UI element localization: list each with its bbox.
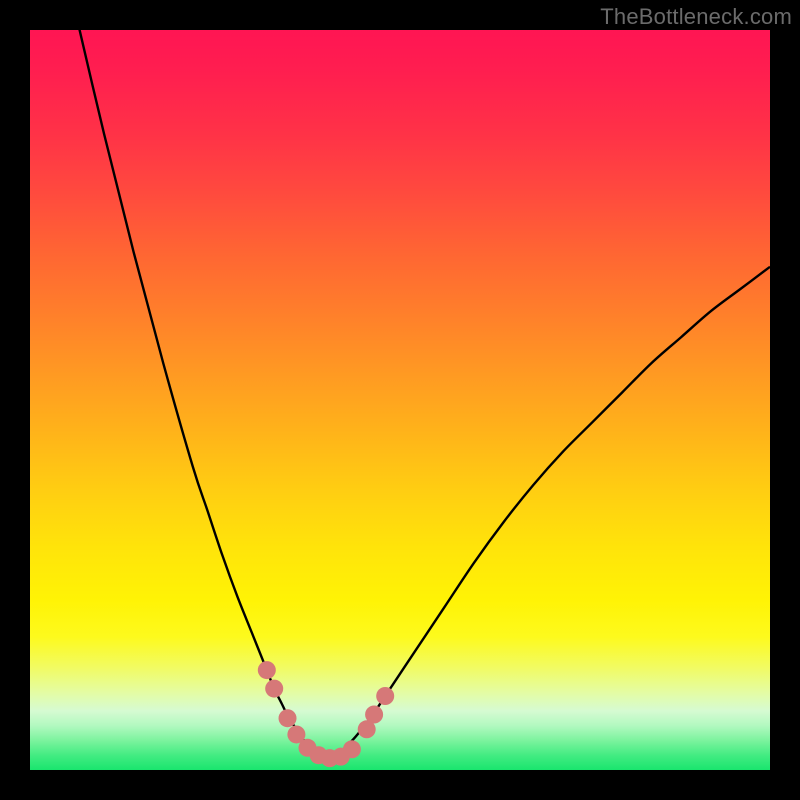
- curve-dot: [265, 680, 283, 698]
- curve-dot: [258, 661, 276, 679]
- curve-dot: [365, 706, 383, 724]
- curve-dot: [343, 740, 361, 758]
- curve-dot: [376, 687, 394, 705]
- curve-layer: [30, 30, 770, 770]
- right-curve: [326, 267, 770, 759]
- plot-area: [30, 30, 770, 770]
- left-curve: [74, 30, 326, 759]
- watermark-text: TheBottleneck.com: [600, 4, 792, 30]
- curve-dot: [279, 709, 297, 727]
- curve-dots: [258, 661, 394, 767]
- chart-frame: TheBottleneck.com: [0, 0, 800, 800]
